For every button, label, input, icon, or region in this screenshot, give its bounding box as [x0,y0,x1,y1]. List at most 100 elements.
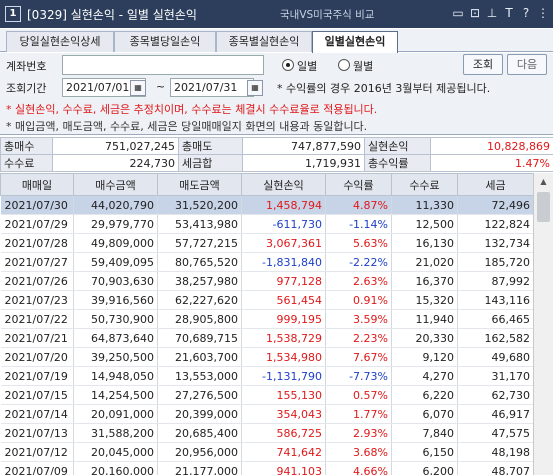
table-row[interactable]: 2021/07/20 39,250,500 21,603,700 1,534,980 7… [0,347,534,367]
cell-sell-amount: 21,177,000 [157,461,242,475]
window-title: [0329] 실현손익 - 일별 실현손익 [27,7,197,22]
table-row[interactable]: 2021/07/21 64,873,640 70,689,715 1,538,729 2… [0,328,534,348]
fee-value: 224,730 [52,154,179,172]
tax-label: 세금합 [178,154,243,172]
vertical-scrollbar[interactable]: ▲ [533,173,553,475]
cell-fee: 11,940 [391,309,458,329]
table-row[interactable]: 2021/07/27 59,409,095 80,765,520 -1,831,840… [0,252,534,272]
cell-tax: 48,198 [457,442,534,462]
realized-value: 10,828,869 [430,137,553,155]
table-row[interactable]: 2021/07/13 31,588,200 20,685,400 586,725 2.9… [0,423,534,443]
cell-date: 2021/07/26 [0,271,74,291]
note-estimate: * 실현손익, 수수료, 세금은 추정치이며, 수수료는 체결시 수수료율로 적… [6,103,378,116]
cell-fee: 6,150 [391,442,458,462]
notes-panel: * 실현손익, 수수료, 세금은 추정치이며, 수수료는 체결시 수수료율로 적… [0,99,553,135]
cell-date: 2021/07/19 [0,366,74,386]
table-row[interactable]: 2021/07/09 20,160,000 21,177,000 941,103 4.6… [0,461,534,475]
scroll-thumb[interactable] [537,192,550,222]
cell-fee: 20,330 [391,328,458,348]
more-icon[interactable]: ⋮ [537,6,549,20]
window-titlebar: 1 [0329] 실현손익 - 일별 실현손익 국내VS미국주식 비교 ▭ ⊡ … [0,0,553,28]
cell-date: 2021/07/22 [0,309,74,329]
help-icon[interactable]: ? [520,6,532,20]
tab-today-by-stock[interactable]: 종목별당일손익 [114,31,216,52]
cell-date: 2021/07/28 [0,233,74,253]
cell-realized-pnl: 1,458,794 [241,195,326,215]
cell-buy-amount: 50,730,900 [73,309,158,329]
cell-return-rate: 0.57% [325,385,392,405]
cell-fee: 15,320 [391,290,458,310]
pin-icon[interactable]: ⊥ [486,6,498,20]
col-realized-pnl[interactable]: 실현손익 [241,173,326,196]
cell-realized-pnl: 3,067,361 [241,233,326,253]
cell-realized-pnl: 999,195 [241,309,326,329]
col-return-rate[interactable]: 수익률 [325,173,392,196]
cell-fee: 6,200 [391,461,458,475]
tax-value: 1,719,931 [242,154,365,172]
split-icon[interactable]: ▭ [452,6,464,20]
table-row[interactable]: 2021/07/22 50,730,900 28,905,800 999,195 3.5… [0,309,534,329]
calendar-from-icon[interactable]: ▦ [130,80,146,96]
cell-tax: 143,116 [457,290,534,310]
tab-today-realized-detail[interactable]: 당일실현손익상세 [6,31,114,52]
table-row[interactable]: 2021/07/14 20,091,000 20,399,000 354,043 1.7… [0,404,534,424]
cell-date: 2021/07/23 [0,290,74,310]
date-to-input[interactable]: 2021/07/31 [170,78,254,97]
cell-date: 2021/07/13 [0,423,74,443]
col-sell-amount[interactable]: 매도금액 [157,173,242,196]
cell-date: 2021/07/29 [0,214,74,234]
radio-monthly-label[interactable]: 월별 [353,58,373,74]
period-label: 조회기간 [6,82,47,95]
cell-buy-amount: 64,873,640 [73,328,158,348]
cell-tax: 46,917 [457,404,534,424]
cell-buy-amount: 20,160,000 [73,461,158,475]
cell-sell-amount: 13,553,000 [157,366,242,386]
table-row[interactable]: 2021/07/28 49,809,000 57,727,215 3,067,361 5… [0,233,534,253]
cell-tax: 72,496 [457,195,534,215]
cell-return-rate: 2.93% [325,423,392,443]
cell-sell-amount: 80,765,520 [157,252,242,272]
table-row[interactable]: 2021/07/30 44,020,790 31,520,200 1,458,794 4… [0,195,534,215]
scroll-up-icon[interactable]: ▲ [534,173,553,190]
cell-fee: 16,370 [391,271,458,291]
col-trade-date[interactable]: 매매일 [0,173,74,196]
table-row[interactable]: 2021/07/19 14,948,050 13,553,000 -1,131,790… [0,366,534,386]
radio-daily[interactable] [282,59,294,71]
search-button[interactable]: 조회 [463,54,503,75]
cell-realized-pnl: 155,130 [241,385,326,405]
compare-link[interactable]: 국내VS미국주식 비교 [280,7,374,22]
table-row[interactable]: 2021/07/15 14,254,500 27,276,500 155,130 0.5… [0,385,534,405]
table-row[interactable]: 2021/07/29 29,979,770 53,413,980 -611,730 -1… [0,214,534,234]
cell-realized-pnl: -1,831,840 [241,252,326,272]
calendar-to-icon[interactable]: ▦ [247,80,263,96]
cell-date: 2021/07/14 [0,404,74,424]
next-button[interactable]: 다음 [507,54,547,75]
radio-daily-label[interactable]: 일별 [297,58,317,74]
table-row[interactable]: 2021/07/12 20,045,000 20,956,000 741,642 3.6… [0,442,534,462]
tab-daily-realized[interactable]: 일별실현손익 [312,31,398,53]
cell-date: 2021/07/21 [0,328,74,348]
radio-monthly[interactable] [338,59,350,71]
tab-realized-by-stock[interactable]: 종목별실현손익 [216,31,312,52]
text-size-icon[interactable]: T [503,6,515,20]
cell-sell-amount: 31,520,200 [157,195,242,215]
cell-return-rate: -1.14% [325,214,392,234]
cell-realized-pnl: 741,642 [241,442,326,462]
col-fee[interactable]: 수수료 [391,173,458,196]
account-row: 계좌번호 일별 월별 조회 다음 [0,53,553,77]
col-tax[interactable]: 세금 [457,173,534,196]
cell-realized-pnl: 1,534,980 [241,347,326,367]
col-buy-amount[interactable]: 매수금액 [73,173,158,196]
lock-icon[interactable]: ⊡ [469,6,481,20]
period-row: 조회기간 2021/07/01 ▦ ~ 2021/07/31 ▦ * 수익률의 … [0,77,553,99]
cell-realized-pnl: 561,454 [241,290,326,310]
summary-table: 총매수 751,027,245 총매도 747,877,590 실현손익 10,… [0,137,553,172]
table-row[interactable]: 2021/07/26 70,903,630 38,257,980 977,128 2.6… [0,271,534,291]
table-row[interactable]: 2021/07/23 39,916,560 62,227,620 561,454 0.9… [0,290,534,310]
cell-sell-amount: 57,727,215 [157,233,242,253]
cell-return-rate: 0.91% [325,290,392,310]
account-input[interactable] [62,55,264,75]
cell-return-rate: -7.73% [325,366,392,386]
cell-fee: 21,020 [391,252,458,272]
cell-fee: 6,220 [391,385,458,405]
